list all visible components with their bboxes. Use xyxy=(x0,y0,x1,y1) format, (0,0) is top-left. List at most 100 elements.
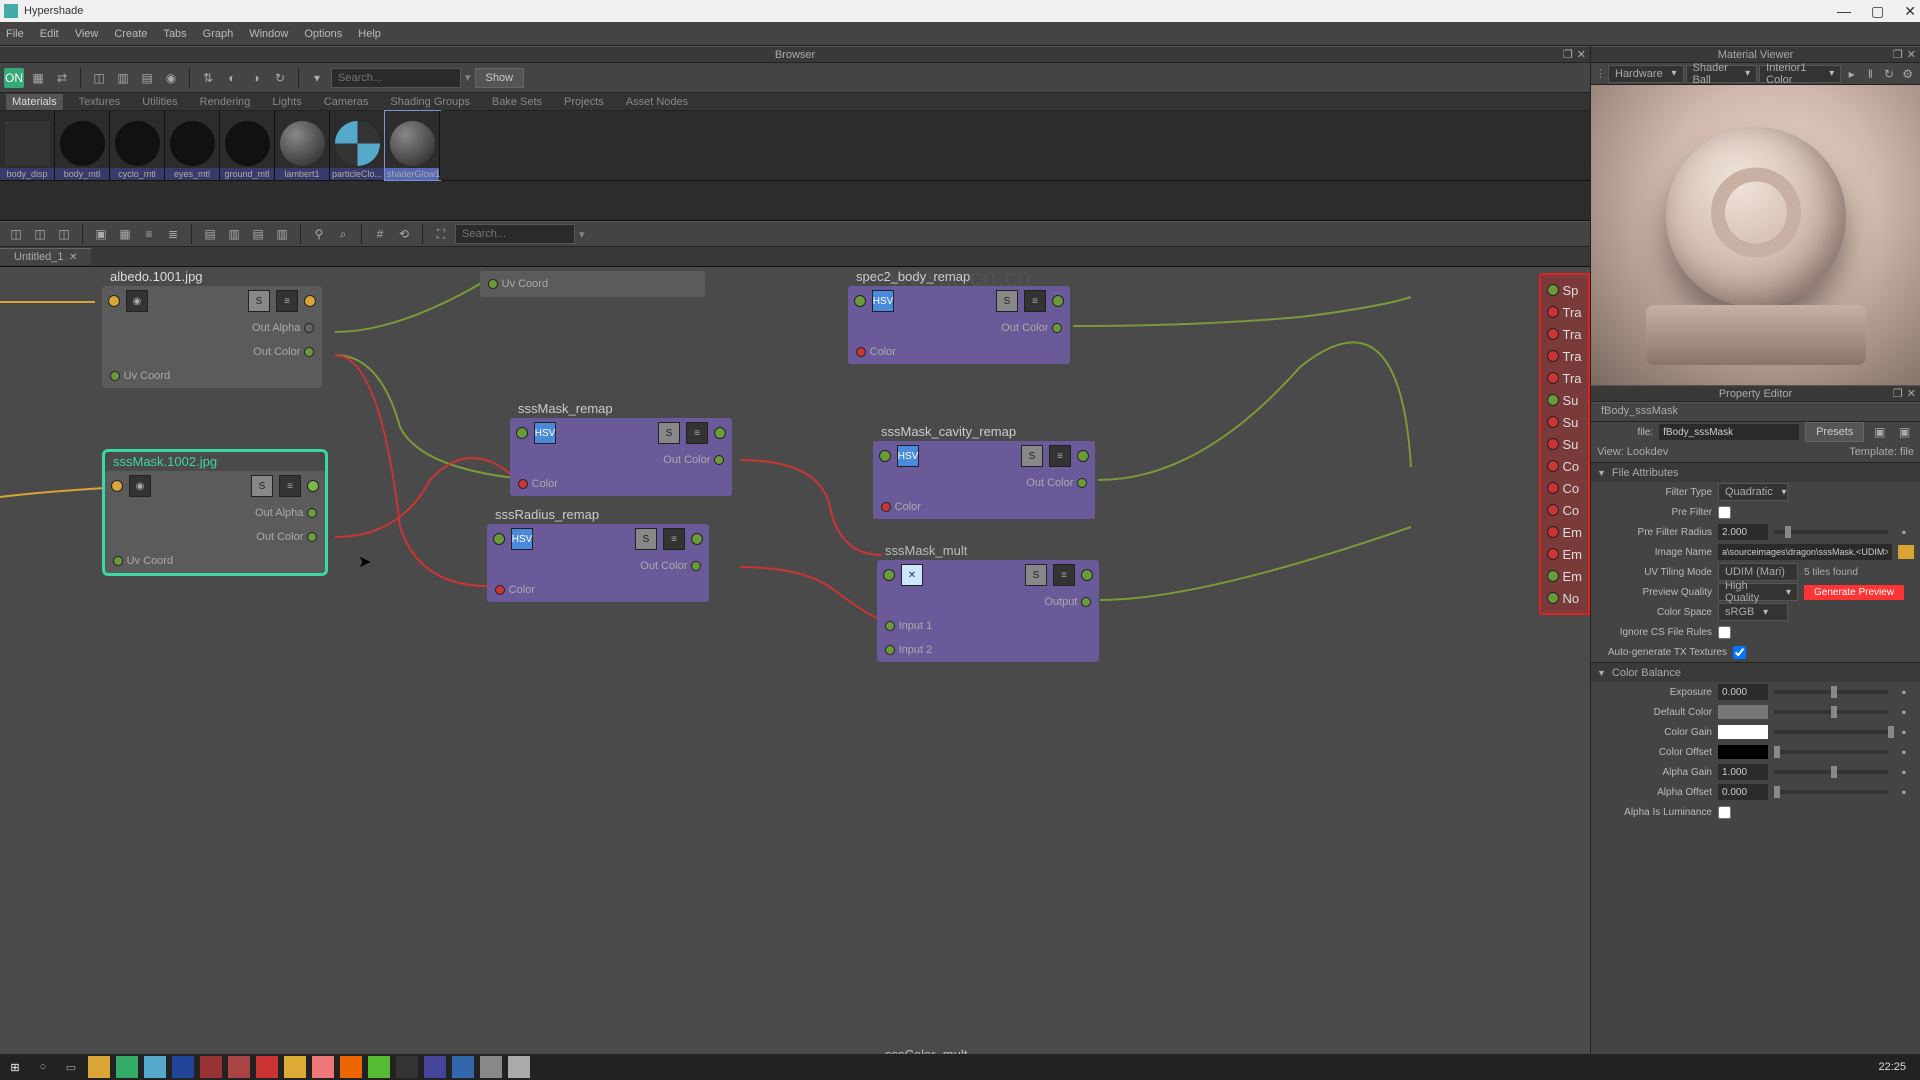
node-graph[interactable]: www.rrcg.cn albedo.1001.jpg ◉ xyxy=(0,267,1590,1054)
port-output[interactable]: Output xyxy=(877,590,1099,614)
icon-link[interactable]: ⇄ xyxy=(52,68,72,88)
app-icon-5[interactable] xyxy=(256,1056,278,1078)
play-icon[interactable]: ▸ xyxy=(1843,64,1860,84)
icon-c[interactable]: ▤ xyxy=(137,68,157,88)
port-out-alpha[interactable]: Out Alpha xyxy=(102,316,322,340)
menu-icon[interactable]: ≡ xyxy=(1049,445,1071,467)
preview-dropdown[interactable]: Shader Ball ▾ xyxy=(1686,65,1758,83)
uv-tiling-dropdown[interactable]: UDIM (Mari) xyxy=(1718,563,1798,581)
node-spec2-remap[interactable]: spec2_body_remap HSV S ≡ Out Color Color xyxy=(848,267,1070,364)
swatch-particlecloud[interactable]: particleClo... xyxy=(330,111,385,180)
graph-icon-5[interactable]: ▦ xyxy=(115,224,135,244)
env-dropdown[interactable]: Interior1 Color ▾ xyxy=(1759,65,1841,83)
swatch-cyclo-mtl[interactable]: cyclo_mtl xyxy=(110,111,165,180)
graph-icon-grid[interactable]: # xyxy=(370,224,390,244)
tab-textures[interactable]: Textures xyxy=(73,94,127,110)
photoshop-icon[interactable] xyxy=(172,1056,194,1078)
menu-graph[interactable]: Graph xyxy=(203,28,234,40)
presets-button[interactable]: Presets xyxy=(1805,422,1864,442)
graph-icon-2[interactable]: ◫ xyxy=(30,224,50,244)
alpha-luminance-checkbox[interactable] xyxy=(1718,806,1731,819)
swatch-ground-mtl[interactable]: ground_mtl xyxy=(220,111,275,180)
alpha-offset-slider[interactable] xyxy=(1774,790,1888,794)
show-hide-icon[interactable]: ▣ xyxy=(1870,422,1889,442)
port-out-alpha[interactable]: Out Alpha xyxy=(105,501,325,525)
connect-icon[interactable]: ▪ xyxy=(1894,722,1914,742)
node-ssscolor-mult[interactable]: sssColor_mult xyxy=(877,1045,1099,1054)
menu-help[interactable]: Help xyxy=(358,28,381,40)
close-button[interactable]: ✕ xyxy=(1904,3,1916,20)
port-out-color[interactable]: Out Color xyxy=(105,525,325,549)
icon-g[interactable]: ◑ xyxy=(246,68,266,88)
maximize-button[interactable]: ▢ xyxy=(1871,3,1884,20)
graph-icon-snap[interactable]: ⟲ xyxy=(394,224,414,244)
color-gain-swatch[interactable] xyxy=(1718,725,1768,739)
node-uv-coord[interactable]: Uv Coord xyxy=(480,271,705,297)
color-gain-slider[interactable] xyxy=(1774,730,1888,734)
graph-icon-expand[interactable]: ⛶ xyxy=(431,224,451,244)
alpha-offset-input[interactable] xyxy=(1718,784,1768,800)
toggle-on-icon[interactable]: ON xyxy=(4,68,24,88)
port-color[interactable]: Color xyxy=(510,472,732,496)
tab-shading-groups[interactable]: Shading Groups xyxy=(384,94,476,110)
menu-window[interactable]: Window xyxy=(249,28,288,40)
menu-icon[interactable]: ≡ xyxy=(276,290,298,312)
menu-view[interactable]: View xyxy=(75,28,99,40)
swatch-lambert1[interactable]: lambert1 xyxy=(275,111,330,180)
settings-icon[interactable]: ⚙ xyxy=(1899,64,1916,84)
app-icon-6[interactable] xyxy=(284,1056,306,1078)
menu-create[interactable]: Create xyxy=(114,28,147,40)
graph-icon-zoom[interactable]: ⚲ xyxy=(309,224,329,244)
exposure-slider[interactable] xyxy=(1774,690,1888,694)
port-out-color[interactable]: Out Color xyxy=(848,316,1070,340)
default-color-swatch[interactable] xyxy=(1718,705,1768,719)
graph-icon-8[interactable]: ▤ xyxy=(200,224,220,244)
graph-icon-3[interactable]: ◫ xyxy=(54,224,74,244)
firefox-icon[interactable] xyxy=(340,1056,362,1078)
explorer-icon[interactable] xyxy=(88,1056,110,1078)
port-out-color[interactable]: Out Color xyxy=(510,448,732,472)
solo-icon[interactable]: S xyxy=(248,290,270,312)
graph-icon-1[interactable]: ◫ xyxy=(6,224,26,244)
alpha-gain-slider[interactable] xyxy=(1774,770,1888,774)
tab-projects[interactable]: Projects xyxy=(558,94,610,110)
graph-search-input[interactable] xyxy=(455,224,575,244)
filter-type-dropdown[interactable]: Quadratic ▾ xyxy=(1718,483,1788,501)
swatch-body-mtl[interactable]: body_mtl xyxy=(55,111,110,180)
pause-icon[interactable]: ‖ xyxy=(1862,64,1879,84)
pre-filter-radius-slider[interactable] xyxy=(1774,530,1888,534)
solo-icon[interactable]: S xyxy=(1021,445,1043,467)
default-color-slider[interactable] xyxy=(1774,710,1888,714)
connect-icon[interactable]: ▪ xyxy=(1894,762,1914,782)
exposure-input[interactable] xyxy=(1718,684,1768,700)
app-icon-12[interactable] xyxy=(508,1056,530,1078)
app-icon-3[interactable] xyxy=(200,1056,222,1078)
menu-icon[interactable]: ≡ xyxy=(1053,564,1075,586)
swatch-body-disp[interactable]: body_disp xyxy=(0,111,55,180)
panel-close-icon[interactable]: ✕ xyxy=(1577,47,1586,64)
autogen-tx-checkbox[interactable] xyxy=(1733,646,1746,659)
solo-icon[interactable]: S xyxy=(658,422,680,444)
file-name-input[interactable] xyxy=(1659,424,1799,440)
document-tab[interactable]: Untitled_1 ✕ xyxy=(0,248,91,265)
swatch-shaderglow[interactable]: shaderGlow1 xyxy=(385,111,440,180)
start-button[interactable]: ⊞ xyxy=(4,1056,26,1078)
color-space-dropdown[interactable]: sRGB ▾ xyxy=(1718,603,1788,621)
tab-bake-sets[interactable]: Bake Sets xyxy=(486,94,548,110)
panel-close-icon[interactable]: ✕ xyxy=(1907,386,1916,403)
tab-lights[interactable]: Lights xyxy=(266,94,307,110)
browser-search-input[interactable] xyxy=(331,68,461,88)
connect-icon[interactable]: ▪ xyxy=(1894,742,1914,762)
section-color-balance[interactable]: ▼Color Balance xyxy=(1591,662,1920,682)
menu-icon[interactable]: ≡ xyxy=(1024,290,1046,312)
render-mode-dropdown[interactable]: Hardware ▾ xyxy=(1608,65,1684,83)
ignore-rules-checkbox[interactable] xyxy=(1718,626,1731,639)
show-hide-icon2[interactable]: ▣ xyxy=(1895,422,1914,442)
graph-icon-6[interactable]: ≡ xyxy=(139,224,159,244)
swatch-eyes-mtl[interactable]: eyes_mtl xyxy=(165,111,220,180)
panel-restore-icon[interactable]: ❐ xyxy=(1893,386,1903,403)
solo-icon[interactable]: S xyxy=(996,290,1018,312)
connect-icon[interactable]: ▪ xyxy=(1894,682,1914,702)
app-icon-4[interactable] xyxy=(228,1056,250,1078)
icon-d[interactable]: ◉ xyxy=(161,68,181,88)
